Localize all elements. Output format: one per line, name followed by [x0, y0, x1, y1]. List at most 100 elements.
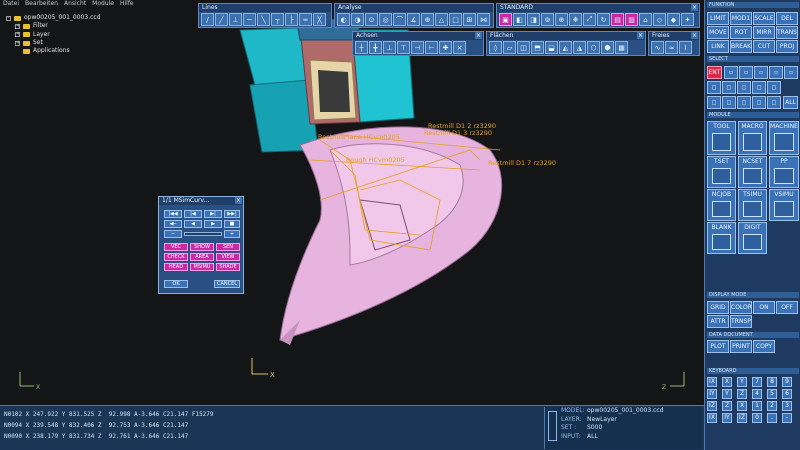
select-filter-icon[interactable]: ▫: [784, 66, 798, 79]
vec-button[interactable]: VEC: [164, 243, 188, 251]
line-tool-icon[interactable]: ╱: [215, 13, 228, 26]
sen-button[interactable]: SEN: [216, 243, 240, 251]
keypad-key[interactable]: .: [767, 413, 777, 423]
keypad-key[interactable]: IX: [707, 413, 717, 423]
select-mode-icon[interactable]: ◻: [722, 96, 736, 109]
machine-module-button[interactable]: MACHINE: [769, 121, 799, 155]
standard-tool-icon[interactable]: ◨: [527, 13, 540, 26]
keypad-key[interactable]: 7: [752, 377, 762, 387]
select-mode-icon[interactable]: ◻: [767, 81, 781, 94]
print-button[interactable]: PRINT: [730, 340, 752, 353]
surface-tool-icon[interactable]: ◭: [559, 41, 572, 54]
ncset-module-button[interactable]: NCSET: [738, 156, 767, 188]
analyse-tool-icon[interactable]: ◑: [351, 13, 364, 26]
analyse-tool-icon[interactable]: □: [449, 13, 462, 26]
select-mode-icon[interactable]: ◻: [752, 96, 766, 109]
cancel-button[interactable]: CANCEL: [214, 280, 240, 288]
keypad-key[interactable]: 5: [767, 389, 777, 399]
ok-button[interactable]: OK: [164, 280, 188, 288]
free-tool-icon[interactable]: ∿: [651, 41, 664, 54]
zoom-icon[interactable]: ⊕: [555, 13, 568, 26]
mirror-button[interactable]: MIRR: [753, 26, 775, 39]
rotate-button[interactable]: ROT: [730, 26, 752, 39]
step-back-button[interactable]: ◀─: [164, 220, 182, 228]
rotate-icon[interactable]: ↻: [597, 13, 610, 26]
link-button[interactable]: LINK: [707, 40, 729, 53]
line-tool-icon[interactable]: ├: [285, 13, 298, 26]
project-button[interactable]: PROJ: [776, 40, 798, 53]
translate-button[interactable]: TRANS: [776, 26, 798, 39]
standard-tool-icon[interactable]: ▤: [611, 13, 624, 26]
keypad-key[interactable]: 9: [782, 377, 792, 387]
color-button[interactable]: COLOR: [730, 301, 752, 314]
mod1-button[interactable]: MOD1: [730, 12, 752, 25]
plot-button[interactable]: PLOT: [707, 340, 729, 353]
surface-tool-icon[interactable]: ▱: [503, 41, 516, 54]
free-tool-icon[interactable]: ⌇: [679, 41, 692, 54]
off-button[interactable]: OFF: [776, 301, 798, 314]
ncjob-module-button[interactable]: NCJOB: [707, 189, 736, 221]
last-frame-button[interactable]: ▶▶|: [224, 210, 240, 218]
tool-module-button[interactable]: TOOL: [707, 121, 736, 155]
analyse-tool-icon[interactable]: ◐: [337, 13, 350, 26]
limit-button[interactable]: LIMIT: [707, 12, 729, 25]
cut-button[interactable]: CUT: [753, 40, 775, 53]
3d-viewport[interactable]: Datei Bearbeiten Ansicht Module Hilfe -o…: [0, 0, 704, 405]
line-tool-icon[interactable]: ─: [243, 13, 256, 26]
standard-tool-icon[interactable]: ✦: [681, 13, 694, 26]
keypad-key[interactable]: 2: [767, 401, 777, 411]
axis-tool-icon[interactable]: ✚: [439, 41, 452, 54]
line-tool-icon[interactable]: ╲: [257, 13, 270, 26]
close-icon[interactable]: ×: [475, 32, 482, 39]
axis-tool-icon[interactable]: ⨯: [453, 41, 466, 54]
select-filter-icon[interactable]: ▫: [724, 66, 738, 79]
axis-tool-icon[interactable]: ⊤: [397, 41, 410, 54]
standard-tool-icon[interactable]: ⊚: [541, 13, 554, 26]
keypad-key[interactable]: X: [737, 401, 747, 411]
msimu-button[interactable]: MSIMU: [190, 263, 214, 271]
select-filter-icon[interactable]: ▫: [769, 66, 783, 79]
analyse-tool-icon[interactable]: ⋈: [477, 13, 490, 26]
surface-tool-icon[interactable]: ⬓: [545, 41, 558, 54]
faster-button[interactable]: +: [224, 230, 240, 238]
view-button[interactable]: VIEW: [216, 253, 240, 261]
keypad-key[interactable]: IZ: [737, 413, 747, 423]
surface-tool-icon[interactable]: ▦: [615, 41, 628, 54]
select-mode-icon[interactable]: ◻: [767, 96, 781, 109]
keypad-key[interactable]: 4: [752, 389, 762, 399]
standard-tool-icon[interactable]: ◇: [653, 13, 666, 26]
pp-module-button[interactable]: PP: [769, 156, 799, 188]
keypad-key[interactable]: X: [722, 377, 732, 387]
ent-button[interactable]: ENT: [707, 66, 722, 79]
keypad-key[interactable]: IZ: [707, 401, 717, 411]
select-mode-icon[interactable]: ◻: [752, 81, 766, 94]
scale-button[interactable]: SCALE: [753, 12, 775, 25]
standard-tool-icon[interactable]: ⤢: [583, 13, 596, 26]
keypad-key[interactable]: 6: [782, 389, 792, 399]
digit-module-button[interactable]: DIGIT: [738, 222, 767, 254]
line-tool-icon[interactable]: ═: [299, 13, 312, 26]
select-mode-icon[interactable]: ◻: [737, 81, 751, 94]
standard-tool-icon[interactable]: ⌂: [639, 13, 652, 26]
line-tool-icon[interactable]: /: [201, 13, 214, 26]
axis-tool-icon[interactable]: ┼: [355, 41, 368, 54]
tsimu-module-button[interactable]: TSIMU: [738, 189, 767, 221]
surface-tool-icon[interactable]: ◫: [517, 41, 530, 54]
select-all-button[interactable]: ALL: [783, 96, 798, 109]
keypad-key[interactable]: 0: [752, 413, 762, 423]
head-button[interactable]: HEAD: [164, 263, 188, 271]
select-filter-icon[interactable]: ▫: [739, 66, 753, 79]
analyse-tool-icon[interactable]: ⊙: [365, 13, 378, 26]
keypad-key[interactable]: Y: [737, 377, 747, 387]
select-mode-icon[interactable]: ◻: [707, 96, 721, 109]
keypad-key[interactable]: 3: [782, 401, 792, 411]
macro-module-button[interactable]: MACRO: [738, 121, 767, 155]
keypad-key[interactable]: -: [782, 413, 792, 423]
attr-button[interactable]: ATTR: [707, 315, 729, 328]
analyse-tool-icon[interactable]: ∡: [407, 13, 420, 26]
close-icon[interactable]: ×: [637, 32, 644, 39]
close-icon[interactable]: ×: [235, 197, 242, 204]
play-button[interactable]: ▶: [204, 220, 222, 228]
analyse-tool-icon[interactable]: ⊞: [463, 13, 476, 26]
prev-frame-button[interactable]: |◀: [184, 210, 202, 218]
